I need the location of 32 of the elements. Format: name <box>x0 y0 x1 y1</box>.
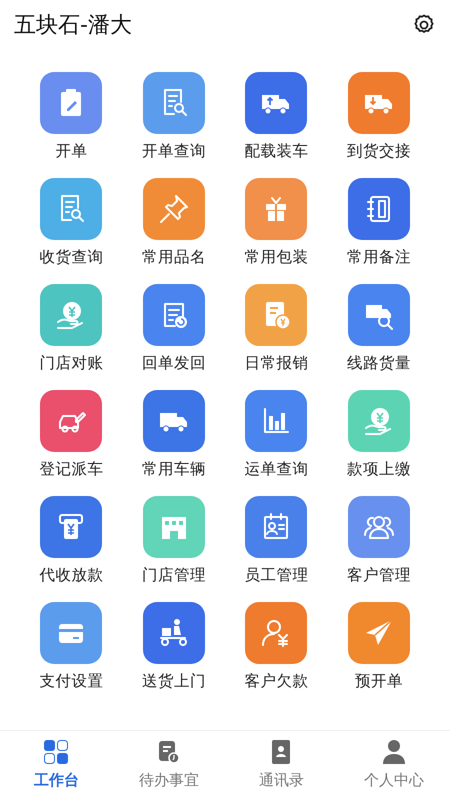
app-tile[interactable]: 回单发回 <box>122 284 225 373</box>
tab-bar-item[interactable]: 个人中心 <box>338 731 450 800</box>
app-tile[interactable]: 常用车辆 <box>122 390 225 479</box>
app-tile[interactable]: 送货上门 <box>122 602 225 691</box>
app-tile[interactable]: 线路货量 <box>328 284 430 373</box>
app-tile[interactable]: 常用包装 <box>225 178 328 267</box>
app-tile[interactable]: 开单 <box>20 72 122 161</box>
app-tile[interactable]: 配载装车 <box>225 72 328 161</box>
app-tile[interactable]: 运单查询 <box>225 390 328 479</box>
document-clock-icon <box>156 739 181 766</box>
app-tile[interactable]: 开单查询 <box>122 72 225 161</box>
app-tile[interactable]: 款项上缴 <box>328 390 430 479</box>
app-tile[interactable]: 常用品名 <box>122 178 225 267</box>
app-tile[interactable]: 常用备注 <box>328 178 430 267</box>
person-icon <box>382 739 406 766</box>
app-title: 五块石-潘大 <box>14 12 132 40</box>
tab-bar-item[interactable]: 通讯录 <box>225 731 338 800</box>
app-tile[interactable]: 门店管理 <box>122 496 225 585</box>
app-tile[interactable]: 到货交接 <box>328 72 430 161</box>
app-tile[interactable]: 员工管理 <box>225 496 328 585</box>
tab-bar-item[interactable]: 待办事宜 <box>112 731 225 800</box>
app-tile[interactable]: 收货查询 <box>20 178 122 267</box>
app-tile[interactable]: 代收放款 <box>20 496 122 585</box>
app-tile[interactable]: 支付设置 <box>20 602 122 691</box>
grid-icon <box>43 739 70 766</box>
tab-bar-item[interactable]: 工作台 <box>0 731 112 800</box>
app-tile[interactable]: 预开单 <box>328 602 430 691</box>
app-tile[interactable]: 日常报销 <box>225 284 328 373</box>
app-tile[interactable]: 门店对账 <box>20 284 122 373</box>
app-tile[interactable]: 登记派车 <box>20 390 122 479</box>
app-tile[interactable]: 客户欠款 <box>225 602 328 691</box>
app-tile[interactable]: 客户管理 <box>328 496 430 585</box>
